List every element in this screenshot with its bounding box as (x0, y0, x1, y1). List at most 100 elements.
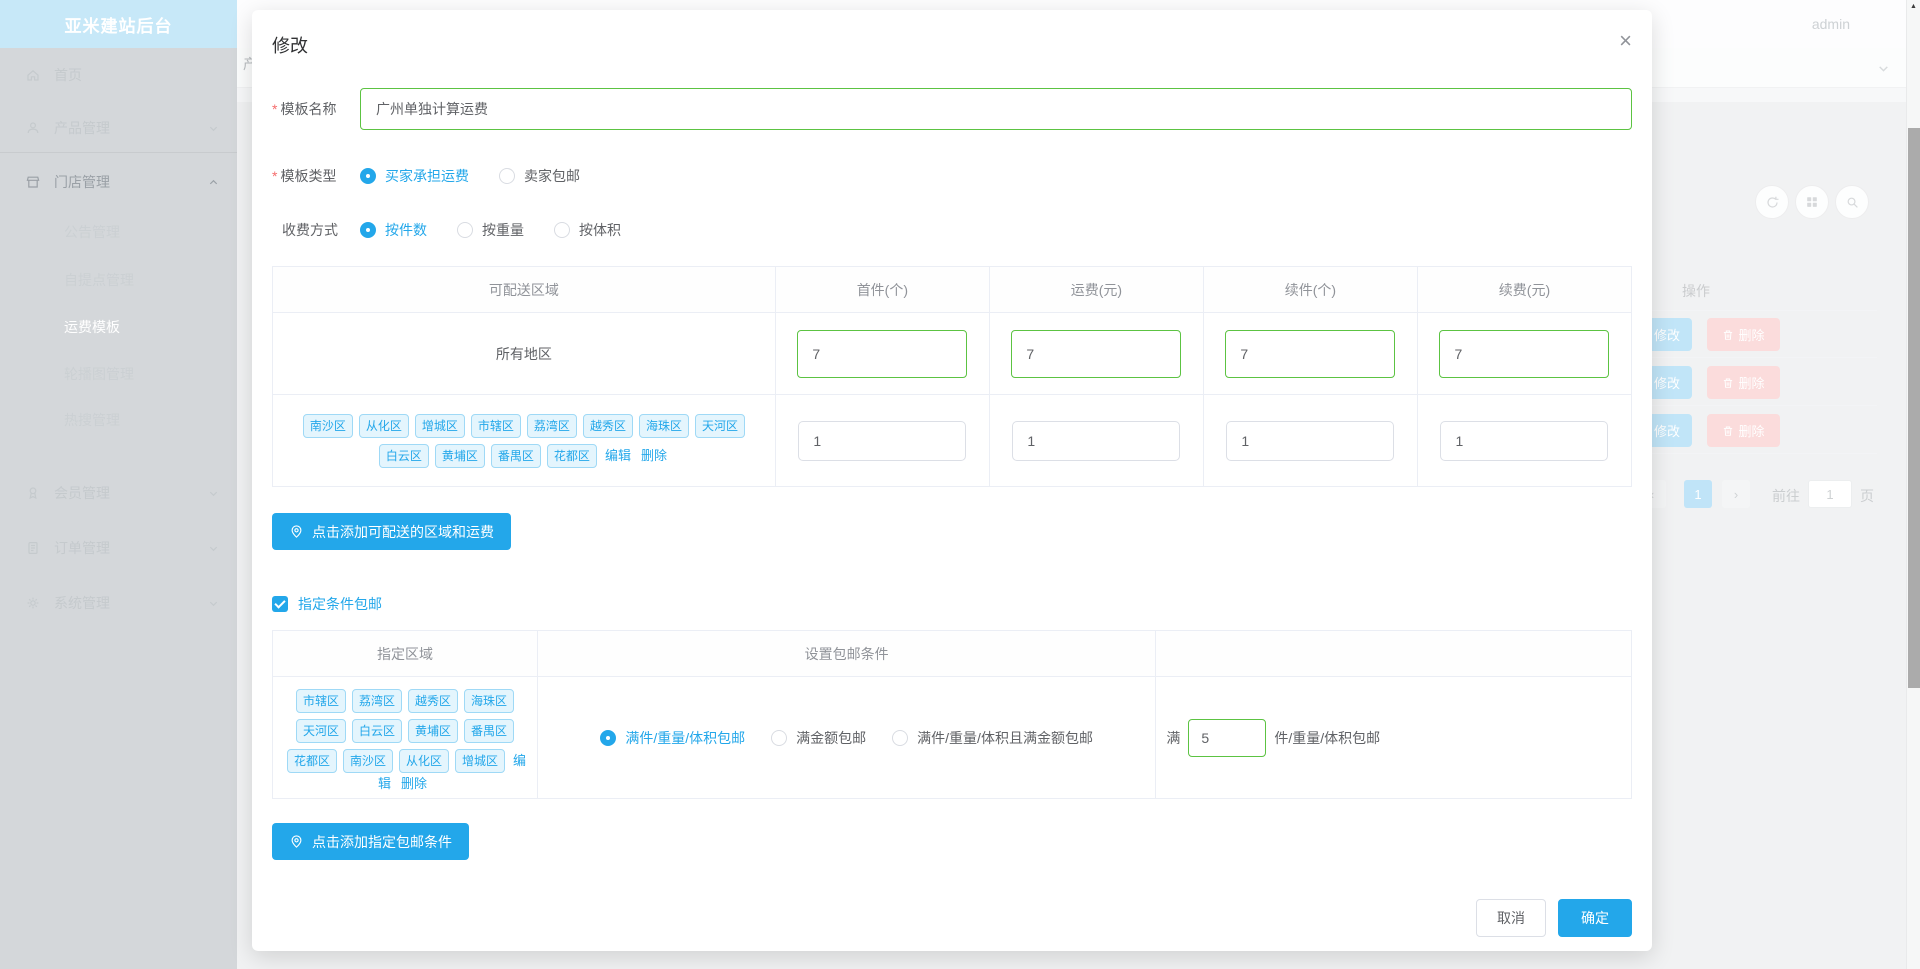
radio-dot-icon (554, 222, 570, 238)
add-region-button[interactable]: 点击添加可配送的区域和运费 (272, 513, 511, 550)
region-tag: 市辖区 (470, 413, 521, 438)
radio-dot-icon (771, 729, 788, 746)
edit-template-modal: 修改 × *模板名称 *模板类型 买家承担运费 卖家包邮 收费方式 (252, 10, 1652, 951)
template-name-input[interactable] (360, 88, 1632, 130)
threshold-setting: 满 件/重量/体积包邮 (1166, 718, 1631, 757)
radio-dot-icon (457, 222, 473, 238)
template-type-options: 买家承担运费 卖家包邮 (360, 166, 610, 186)
location-icon (289, 524, 304, 539)
radio-buyer-pays-shipping[interactable]: 买家承担运费 (360, 166, 469, 186)
region-cell: 所有地区 (272, 312, 776, 395)
add-region-button-label: 点击添加可配送的区域和运费 (312, 523, 494, 540)
edit-regions-link[interactable]: 编辑 (605, 448, 631, 463)
radio-label: 买家承担运费 (385, 168, 469, 184)
confirm-button[interactable]: 确定 (1558, 899, 1632, 937)
radio-label: 满金额包邮 (796, 729, 867, 746)
region-tag: 番禺区 (490, 443, 541, 468)
modal-body: *模板名称 *模板类型 买家承担运费 卖家包邮 收费方式 按 (252, 88, 1652, 860)
add-condition-button[interactable]: 点击添加指定包邮条件 (272, 823, 469, 860)
radio-label: 满件/重量/体积且满金额包邮 (917, 729, 1093, 746)
radio-quantity-threshold[interactable]: 满件/重量/体积包邮 (600, 728, 745, 748)
column-header: 可配送区域 (272, 266, 776, 313)
additional-item-input[interactable] (1226, 420, 1395, 461)
modal-footer: 取消 确定 (1476, 899, 1632, 937)
region-tag: 花都区 (286, 748, 337, 773)
radio-label: 按重量 (482, 222, 524, 238)
radio-dot-icon (360, 222, 376, 238)
modal-title: 修改 (272, 36, 308, 56)
region-tag: 黄埔区 (408, 718, 459, 743)
checkbox-checked-icon[interactable] (272, 596, 288, 612)
template-name-label: * 模板名称 (272, 101, 337, 117)
region-tag: 南沙区 (302, 413, 353, 438)
charge-method-label: 收费方式 (282, 222, 338, 238)
free-condition-checkbox-row[interactable]: 指定条件包邮 (272, 594, 1632, 614)
free-shipping-condition-options: 满件/重量/体积包邮 满金额包邮 满件/重量/体积且满金额包邮 (538, 728, 1155, 748)
condition-table-header-row: 指定区域 设置包邮条件 (272, 630, 1632, 677)
column-header: 续件(个) (1202, 266, 1418, 313)
charge-method-row: 收费方式 按件数 按重量 按体积 (272, 220, 1632, 240)
region-tag: 越秀区 (408, 688, 459, 713)
close-icon[interactable]: × (1619, 30, 1632, 52)
region-tag: 从化区 (358, 413, 409, 438)
radio-by-volume[interactable]: 按体积 (554, 220, 621, 240)
region-tag: 天河区 (295, 718, 346, 743)
template-type-row: * 模板类型 买家承担运费 卖家包邮 (272, 166, 1632, 186)
shipping-fee-input[interactable] (1012, 420, 1181, 461)
region-tag: 增城区 (414, 413, 465, 438)
region-tag: 越秀区 (582, 413, 633, 438)
threshold-suffix: 件/重量/体积包邮 (1274, 729, 1381, 746)
column-header: 指定区域 (272, 630, 538, 677)
radio-dot-icon (892, 729, 909, 746)
column-header: 首件(个) (774, 266, 990, 313)
condition-table-row: 市辖区 荔湾区 越秀区 海珠区天河区 白云区 黄埔区 番禺区花都区 南沙区 从化区 增城区 编辑 删除… (272, 676, 1632, 799)
condition-region-tags: 市辖区 荔湾区 越秀区 海珠区天河区 白云区 黄埔区 番禺区花都区 南沙区 从化区 增城区 编辑 删除 (273, 680, 537, 796)
modal-header: 修改 × (252, 10, 1652, 58)
free-condition-table: 指定区域 设置包邮条件 市辖区 荔湾区 越秀区 海珠区天河区 白云区 黄埔区 番禺区花都区南… (272, 630, 1632, 799)
radio-label: 按件数 (385, 222, 427, 238)
required-mark: * (272, 101, 278, 117)
region-tag: 荔湾区 (351, 688, 402, 713)
table-row-custom-regions: 南沙区 从化区 增城区 市辖区 荔湾区 越秀区 海珠区 天河区白云区 黄埔区 番禺区 花都区 编辑 删除 (272, 394, 1633, 487)
region-tag: 白云区 (351, 718, 402, 743)
radio-amount-threshold[interactable]: 满金额包邮 (771, 728, 866, 748)
region-tag: 从化区 (398, 748, 449, 773)
first-item-input[interactable] (797, 329, 968, 378)
add-condition-button-label: 点击添加指定包邮条件 (312, 833, 452, 850)
radio-dot-icon (499, 168, 515, 184)
additional-fee-input[interactable] (1439, 329, 1610, 378)
template-type-label: * 模板类型 (272, 168, 337, 184)
region-tag: 海珠区 (464, 688, 515, 713)
region-tag: 增城区 (455, 748, 506, 773)
required-mark: * (272, 168, 278, 184)
additional-item-input[interactable] (1225, 329, 1396, 378)
radio-label: 满件/重量/体积包邮 (625, 729, 746, 746)
region-tag: 南沙区 (342, 748, 393, 773)
radio-by-weight[interactable]: 按重量 (457, 220, 524, 240)
location-icon (289, 834, 304, 849)
table-row-all-regions: 所有地区 (272, 312, 1633, 395)
shipping-fee-table: 可配送区域 首件(个) 运费(元) 续件(个) 续费(元) 所有地区 7 7 7… (272, 266, 1633, 487)
shipping-fee-input[interactable] (1011, 329, 1182, 378)
column-header: 设置包邮条件 (536, 630, 1157, 677)
delete-regions-link[interactable]: 删除 (401, 776, 427, 791)
charge-method-options: 按件数 按重量 按体积 (360, 220, 651, 240)
cancel-button[interactable]: 取消 (1476, 899, 1546, 937)
radio-seller-free-shipping[interactable]: 卖家包邮 (499, 166, 580, 186)
delete-regions-link[interactable]: 删除 (641, 448, 667, 463)
template-name-row: * 模板名称 (272, 88, 1632, 130)
radio-quantity-and-amount-threshold[interactable]: 满件/重量/体积且满金额包邮 (892, 728, 1093, 748)
first-item-input[interactable] (798, 420, 967, 461)
region-tag: 海珠区 (638, 413, 689, 438)
checkbox-label: 指定条件包邮 (298, 596, 382, 612)
region-tag: 番禺区 (464, 718, 515, 743)
region-tags: 南沙区 从化区 增城区 市辖区 荔湾区 越秀区 海珠区 天河区白云区 黄埔区 番禺区 花都区 编辑 删除 (273, 405, 775, 477)
column-header (1155, 630, 1632, 677)
region-tag: 白云区 (378, 443, 429, 468)
radio-by-quantity[interactable]: 按件数 (360, 220, 427, 240)
additional-fee-input[interactable] (1440, 420, 1609, 461)
region-tag: 黄埔区 (434, 443, 485, 468)
radio-dot-icon (600, 729, 617, 746)
threshold-value-input[interactable] (1188, 718, 1267, 757)
region-tag: 市辖区 (295, 688, 346, 713)
